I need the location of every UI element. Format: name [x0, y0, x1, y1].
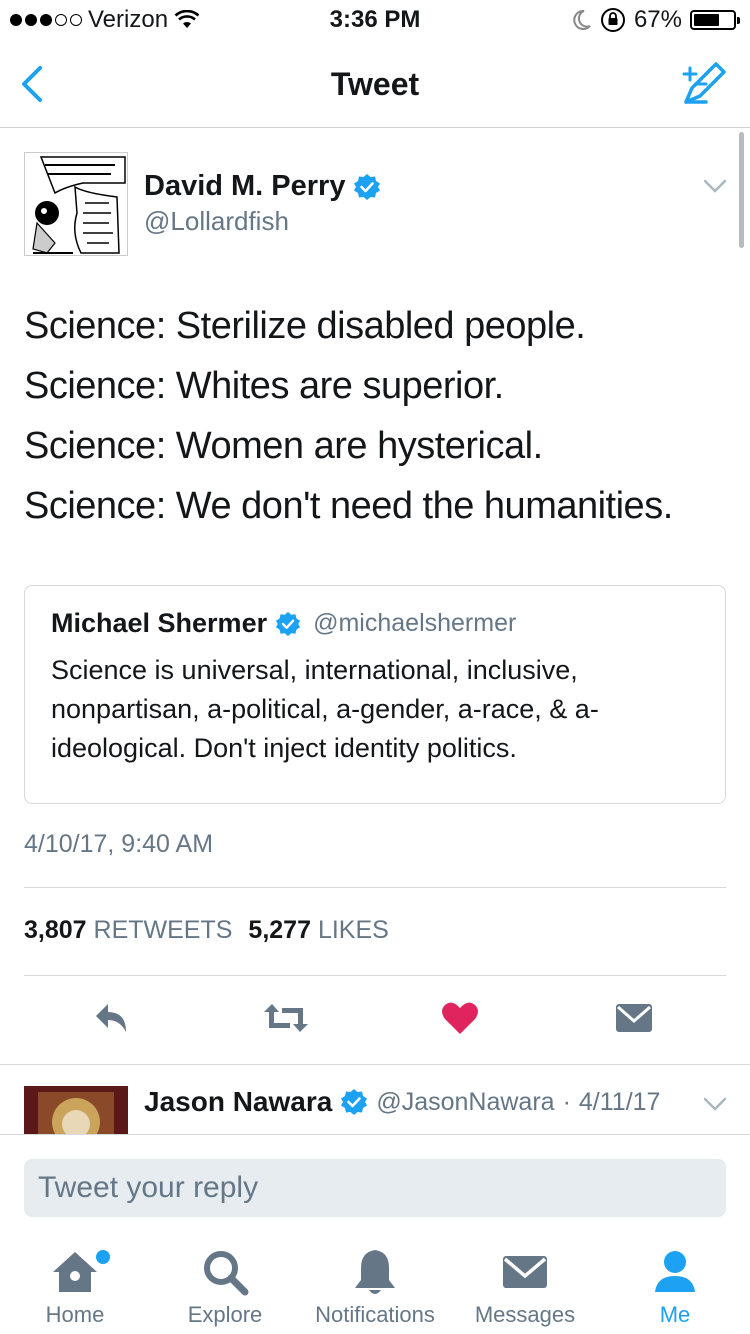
- divider: [24, 887, 726, 888]
- battery-icon: [690, 10, 740, 30]
- tweet-actions: [0, 998, 750, 1042]
- tweet-timestamp: 4/10/17, 9:40 AM: [24, 830, 214, 858]
- tab-label: Me: [659, 1302, 691, 1327]
- tweet-line: Science: Women are hysterical.: [24, 425, 543, 467]
- moon-icon: [573, 9, 591, 30]
- bell-icon: [355, 1250, 395, 1294]
- quoted-author-handle: @michaelshermer: [313, 609, 517, 637]
- tweet-line: Science: Whites are superior.: [24, 365, 504, 407]
- like-heart-icon[interactable]: [440, 998, 480, 1038]
- quoted-tweet-text: Science is universal, international, inc…: [51, 655, 599, 763]
- scroll-indicator[interactable]: [739, 132, 744, 248]
- chevron-down-icon[interactable]: [702, 176, 728, 196]
- tweet-line: Science: Sterilize disabled people.: [24, 305, 586, 347]
- tab-label: Messages: [474, 1302, 576, 1327]
- tab-messages[interactable]: Messages: [450, 1246, 600, 1328]
- tweet-line: Science: We don't need the humanities.: [24, 485, 673, 527]
- reply-author-avatar[interactable]: [24, 1086, 128, 1134]
- author-name-row[interactable]: David M. Perry: [144, 170, 381, 203]
- retweet-label: RETWEETS: [93, 916, 233, 944]
- tab-notifications[interactable]: Notifications: [300, 1246, 450, 1328]
- chevron-down-icon[interactable]: [702, 1094, 728, 1114]
- search-icon: [204, 1251, 249, 1296]
- reply-avatar-image: [24, 1086, 128, 1134]
- reply-input[interactable]: [24, 1159, 726, 1217]
- like-count: 5,277: [248, 916, 311, 944]
- quoted-tweet[interactable]: Michael Shermer @michaelshermer Science …: [24, 585, 726, 804]
- tab-label: Home: [45, 1302, 105, 1327]
- divider: [0, 1064, 750, 1065]
- author-avatar[interactable]: [24, 152, 128, 256]
- tab-explore[interactable]: Explore: [150, 1246, 300, 1328]
- tab-bar: Home Explore Notifications Messages Me: [0, 1234, 750, 1334]
- verified-badge-icon: [276, 611, 301, 636]
- status-right: 67%: [572, 6, 740, 34]
- verified-badge-icon: [354, 173, 381, 200]
- person-icon: [655, 1251, 695, 1292]
- tweet-stats: 3,807 RETWEETS 5,277 LIKES: [24, 916, 389, 945]
- retweets-stat[interactable]: 3,807 RETWEETS: [24, 916, 232, 945]
- tab-home[interactable]: Home: [0, 1246, 150, 1328]
- retweet-icon[interactable]: [262, 998, 310, 1038]
- new-tweets-dot: [96, 1250, 110, 1264]
- reply-composer-bar: [0, 1134, 750, 1234]
- page-title: Tweet: [330, 66, 420, 102]
- reply-header: Jason Nawara @JasonNawara · 4/11/17: [144, 1086, 660, 1118]
- reply-author-handle[interactable]: @JasonNawara: [376, 1088, 554, 1117]
- reply-icon[interactable]: [92, 998, 132, 1038]
- battery-percent: 67%: [633, 6, 682, 33]
- compose-tweet-icon[interactable]: [682, 60, 728, 106]
- reply-date: 4/11/17: [578, 1087, 661, 1116]
- rotation-lock-icon: [600, 8, 625, 32]
- direct-message-icon[interactable]: [614, 998, 654, 1038]
- author-name[interactable]: David M. Perry: [144, 170, 345, 203]
- navigation-bar: Tweet: [0, 40, 750, 128]
- tab-me[interactable]: Me: [600, 1246, 750, 1328]
- tab-label: Notifications: [315, 1302, 435, 1327]
- quoted-author-name: Michael Shermer: [51, 608, 268, 638]
- comic-avatar-image: [25, 153, 127, 255]
- like-label: LIKES: [317, 916, 389, 944]
- separator-dot: ·: [562, 1087, 571, 1116]
- tweet-text: Science: Sterilize disabled people. Scie…: [24, 296, 734, 536]
- verified-badge-icon: [341, 1089, 368, 1115]
- retweet-count: 3,807: [24, 916, 87, 944]
- status-bar: Verizon 3:36 PM 67%: [0, 0, 750, 40]
- home-icon: [53, 1252, 97, 1292]
- quoted-tweet-header: Michael Shermer @michaelshermer: [51, 608, 699, 639]
- envelope-icon: [503, 1256, 547, 1288]
- battery-level: [694, 14, 719, 26]
- author-handle[interactable]: @Lollardfish: [144, 206, 289, 237]
- divider: [24, 975, 726, 976]
- reply-author-name[interactable]: Jason Nawara: [144, 1086, 332, 1118]
- likes-stat[interactable]: 5,277 LIKES: [248, 916, 388, 945]
- tab-label: Explore: [187, 1302, 263, 1327]
